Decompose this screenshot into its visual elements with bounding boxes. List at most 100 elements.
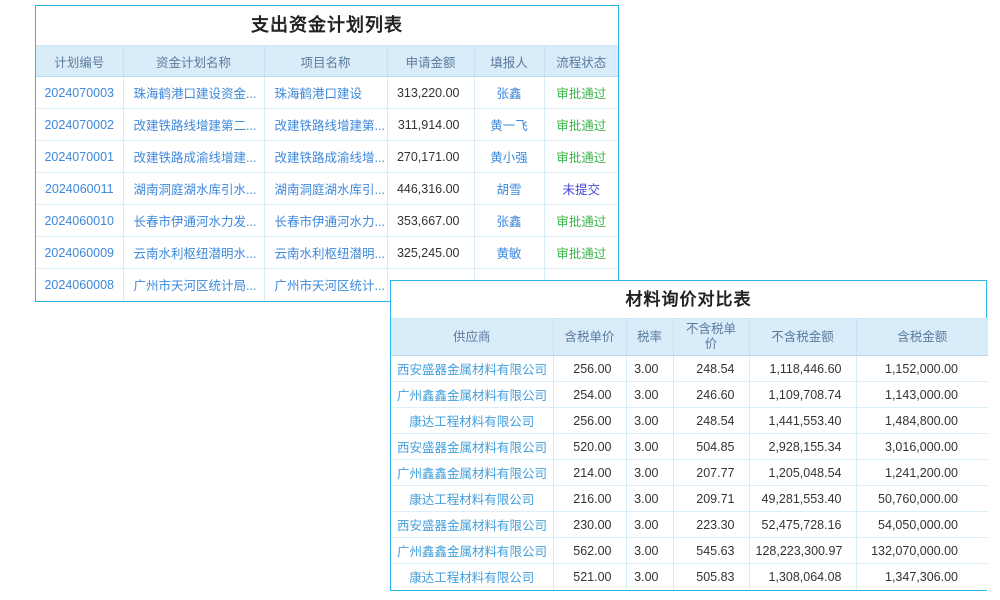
column-header-amount-without-tax: 不含税金额: [749, 319, 856, 356]
table-row: 康达工程材料有限公司256.003.00248.541,441,553.401,…: [391, 408, 988, 434]
cell-plan-id[interactable]: 2024070001: [36, 141, 123, 173]
cell-fund-plan-name[interactable]: 云南水利枢纽潜明水...: [123, 237, 264, 269]
material-inquiry-table: 供应商含税单价税率不含税单 价不含税金额含税金额 西安盛器金属材料有限公司256…: [391, 318, 988, 590]
table-row: 康达工程材料有限公司216.003.00209.7149,281,553.405…: [391, 486, 988, 512]
cell-reporter[interactable]: 黄一飞: [474, 109, 544, 141]
cell-amount-with-tax: 1,152,000.00: [856, 356, 988, 382]
cell-price-without-tax: 207.77: [673, 460, 749, 486]
cell-amount-without-tax: 1,308,064.08: [749, 564, 856, 590]
cell-tax-rate: 3.00: [626, 356, 673, 382]
table-row: 广州鑫鑫金属材料有限公司214.003.00207.771,205,048.54…: [391, 460, 988, 486]
table-row: 2024060009云南水利枢纽潜明水...云南水利枢纽潜明...325,245…: [36, 237, 618, 269]
column-header-plan-id: 计划编号: [36, 46, 123, 77]
cell-price-without-tax: 248.54: [673, 408, 749, 434]
column-header-amount-with-tax: 含税金额: [856, 319, 988, 356]
cell-supplier[interactable]: 西安盛器金属材料有限公司: [391, 356, 553, 382]
expenditure-plan-table: 计划编号资金计划名称项目名称申请金额填报人流程状态 2024070003珠海鹤港…: [36, 45, 618, 301]
material-inquiry-title: 材料询价对比表: [391, 281, 986, 318]
cell-price-with-tax: 256.00: [553, 408, 626, 434]
table-row: 西安盛器金属材料有限公司256.003.00248.541,118,446.60…: [391, 356, 988, 382]
expenditure-plan-title: 支出资金计划列表: [36, 6, 618, 45]
cell-amount-without-tax: 128,223,300.97: [749, 538, 856, 564]
cell-amount-without-tax: 49,281,553.40: [749, 486, 856, 512]
cell-flow-status: 审批通过: [544, 237, 618, 269]
cell-reporter[interactable]: 张鑫: [474, 205, 544, 237]
header-row: 供应商含税单价税率不含税单 价不含税金额含税金额: [391, 319, 988, 356]
cell-plan-id[interactable]: 2024060009: [36, 237, 123, 269]
cell-price-with-tax: 214.00: [553, 460, 626, 486]
cell-reporter[interactable]: 黄小强: [474, 141, 544, 173]
cell-tax-rate: 3.00: [626, 564, 673, 590]
cell-fund-plan-name[interactable]: 长春市伊通河水力发...: [123, 205, 264, 237]
cell-apply-amount: 313,220.00: [387, 77, 474, 109]
cell-reporter[interactable]: 黄敏: [474, 237, 544, 269]
cell-tax-rate: 3.00: [626, 460, 673, 486]
cell-plan-id[interactable]: 2024070002: [36, 109, 123, 141]
cell-reporter[interactable]: 胡雪: [474, 173, 544, 205]
material-inquiry-panel: 材料询价对比表 供应商含税单价税率不含税单 价不含税金额含税金额 西安盛器金属材…: [390, 280, 987, 591]
cell-fund-plan-name[interactable]: 广州市天河区统计局...: [123, 269, 264, 301]
cell-apply-amount: 325,245.00: [387, 237, 474, 269]
cell-flow-status: 未提交: [544, 173, 618, 205]
cell-project-name[interactable]: 改建铁路线增建第...: [264, 109, 387, 141]
cell-price-without-tax: 223.30: [673, 512, 749, 538]
cell-project-name[interactable]: 珠海鹤港口建设: [264, 77, 387, 109]
cell-amount-with-tax: 54,050,000.00: [856, 512, 988, 538]
column-header-tax-rate: 税率: [626, 319, 673, 356]
cell-supplier[interactable]: 广州鑫鑫金属材料有限公司: [391, 382, 553, 408]
cell-price-without-tax: 545.63: [673, 538, 749, 564]
cell-tax-rate: 3.00: [626, 486, 673, 512]
cell-plan-id[interactable]: 2024070003: [36, 77, 123, 109]
cell-supplier[interactable]: 西安盛器金属材料有限公司: [391, 434, 553, 460]
cell-project-name[interactable]: 改建铁路成渝线增...: [264, 141, 387, 173]
cell-amount-with-tax: 1,143,000.00: [856, 382, 988, 408]
cell-supplier[interactable]: 广州鑫鑫金属材料有限公司: [391, 460, 553, 486]
cell-apply-amount: 270,171.00: [387, 141, 474, 173]
cell-price-with-tax: 562.00: [553, 538, 626, 564]
cell-tax-rate: 3.00: [626, 538, 673, 564]
cell-price-without-tax: 248.54: [673, 356, 749, 382]
cell-project-name[interactable]: 云南水利枢纽潜明...: [264, 237, 387, 269]
table-row: 2024060010长春市伊通河水力发...长春市伊通河水力...353,667…: [36, 205, 618, 237]
cell-fund-plan-name[interactable]: 湖南洞庭湖水库引水...: [123, 173, 264, 205]
cell-flow-status: 审批通过: [544, 141, 618, 173]
cell-amount-with-tax: 132,070,000.00: [856, 538, 988, 564]
cell-amount-without-tax: 2,928,155.34: [749, 434, 856, 460]
cell-plan-id[interactable]: 2024060010: [36, 205, 123, 237]
cell-fund-plan-name[interactable]: 珠海鹤港口建设资金...: [123, 77, 264, 109]
table-row: 康达工程材料有限公司521.003.00505.831,308,064.081,…: [391, 564, 988, 590]
cell-project-name[interactable]: 长春市伊通河水力...: [264, 205, 387, 237]
cell-supplier[interactable]: 康达工程材料有限公司: [391, 486, 553, 512]
cell-price-without-tax: 504.85: [673, 434, 749, 460]
page: 支出资金计划列表 计划编号资金计划名称项目名称申请金额填报人流程状态 20240…: [0, 0, 1000, 600]
cell-fund-plan-name[interactable]: 改建铁路线增建第二...: [123, 109, 264, 141]
cell-amount-with-tax: 1,241,200.00: [856, 460, 988, 486]
cell-fund-plan-name[interactable]: 改建铁路成渝线增建...: [123, 141, 264, 173]
cell-tax-rate: 3.00: [626, 434, 673, 460]
cell-tax-rate: 3.00: [626, 512, 673, 538]
cell-amount-with-tax: 1,484,800.00: [856, 408, 988, 434]
cell-amount-with-tax: 50,760,000.00: [856, 486, 988, 512]
table-row: 西安盛器金属材料有限公司520.003.00504.852,928,155.34…: [391, 434, 988, 460]
cell-supplier[interactable]: 康达工程材料有限公司: [391, 564, 553, 590]
cell-supplier[interactable]: 康达工程材料有限公司: [391, 408, 553, 434]
table-row: 广州鑫鑫金属材料有限公司254.003.00246.601,109,708.74…: [391, 382, 988, 408]
column-header-fund-plan-name: 资金计划名称: [123, 46, 264, 77]
cell-apply-amount: 353,667.00: [387, 205, 474, 237]
table-row: 2024060011湖南洞庭湖水库引水...湖南洞庭湖水库引...446,316…: [36, 173, 618, 205]
cell-plan-id[interactable]: 2024060011: [36, 173, 123, 205]
cell-amount-with-tax: 3,016,000.00: [856, 434, 988, 460]
cell-project-name[interactable]: 广州市天河区统计...: [264, 269, 387, 301]
cell-project-name[interactable]: 湖南洞庭湖水库引...: [264, 173, 387, 205]
cell-price-without-tax: 246.60: [673, 382, 749, 408]
cell-amount-without-tax: 52,475,728.16: [749, 512, 856, 538]
cell-supplier[interactable]: 西安盛器金属材料有限公司: [391, 512, 553, 538]
table-row: 2024070003珠海鹤港口建设资金...珠海鹤港口建设313,220.00张…: [36, 77, 618, 109]
cell-plan-id[interactable]: 2024060008: [36, 269, 123, 301]
column-header-reporter: 填报人: [474, 46, 544, 77]
cell-reporter[interactable]: 张鑫: [474, 77, 544, 109]
cell-amount-without-tax: 1,441,553.40: [749, 408, 856, 434]
column-header-price-without-tax: 不含税单 价: [673, 319, 749, 356]
cell-apply-amount: 311,914.00: [387, 109, 474, 141]
cell-supplier[interactable]: 广州鑫鑫金属材料有限公司: [391, 538, 553, 564]
